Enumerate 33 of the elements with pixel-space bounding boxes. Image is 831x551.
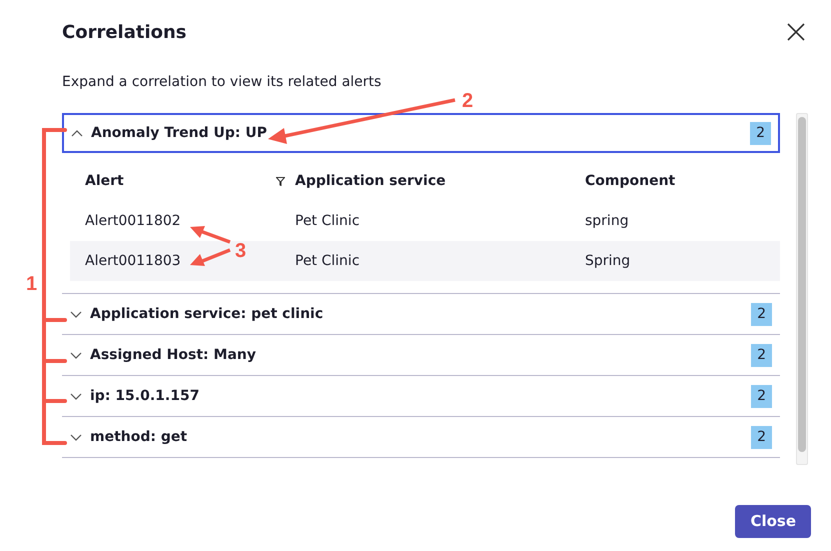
annotation-arrow	[190, 226, 232, 266]
annotation-number: 1	[26, 273, 38, 295]
chevron-icon	[70, 310, 82, 318]
count-badge: 2	[751, 302, 772, 326]
count-badge: 2	[751, 384, 772, 408]
count-badge: 2	[751, 426, 772, 448]
column-header: Alert	[85, 172, 124, 190]
count-badge: 2	[751, 344, 772, 366]
table-cell-text: spring	[585, 212, 629, 230]
chevron-icon	[70, 351, 82, 359]
table-cell-text: Pet Clinic	[295, 252, 361, 270]
chevron-icon	[70, 433, 82, 441]
correlation-header[interactable]: Assigned Host: Many 2	[62, 335, 780, 375]
annotation-number: 3	[235, 240, 246, 262]
filter-icon[interactable]	[276, 176, 285, 186]
dialog-subtitle: Expand a correlation to view its related alerts	[62, 73, 382, 92]
correlation-header[interactable]: Application service: pet clinic 2	[62, 294, 780, 334]
chevron-icon	[71, 129, 83, 137]
table-cell-text: Spring	[585, 252, 630, 270]
count-badge: 2	[750, 122, 771, 144]
annotation-number: 2	[462, 90, 474, 112]
table-cell-text: Pet Clinic	[295, 212, 361, 230]
close-button[interactable]: Close	[735, 505, 811, 538]
column-header: Component	[585, 172, 676, 190]
table-cell-text: Alert0011803	[84, 252, 182, 270]
scrollbar[interactable]	[796, 113, 808, 465]
correlation-header[interactable]: method: get 2	[62, 417, 780, 457]
dialog-title: Correlations	[62, 22, 187, 44]
correlation-header[interactable]: Anomaly Trend Up: UP 2	[62, 113, 780, 153]
column-header: Application service	[295, 172, 447, 190]
table-cell-text: Alert0011802	[84, 212, 182, 230]
correlation-header[interactable]: ip: 15.0.1.157 2	[62, 376, 780, 416]
chevron-icon	[70, 392, 82, 400]
